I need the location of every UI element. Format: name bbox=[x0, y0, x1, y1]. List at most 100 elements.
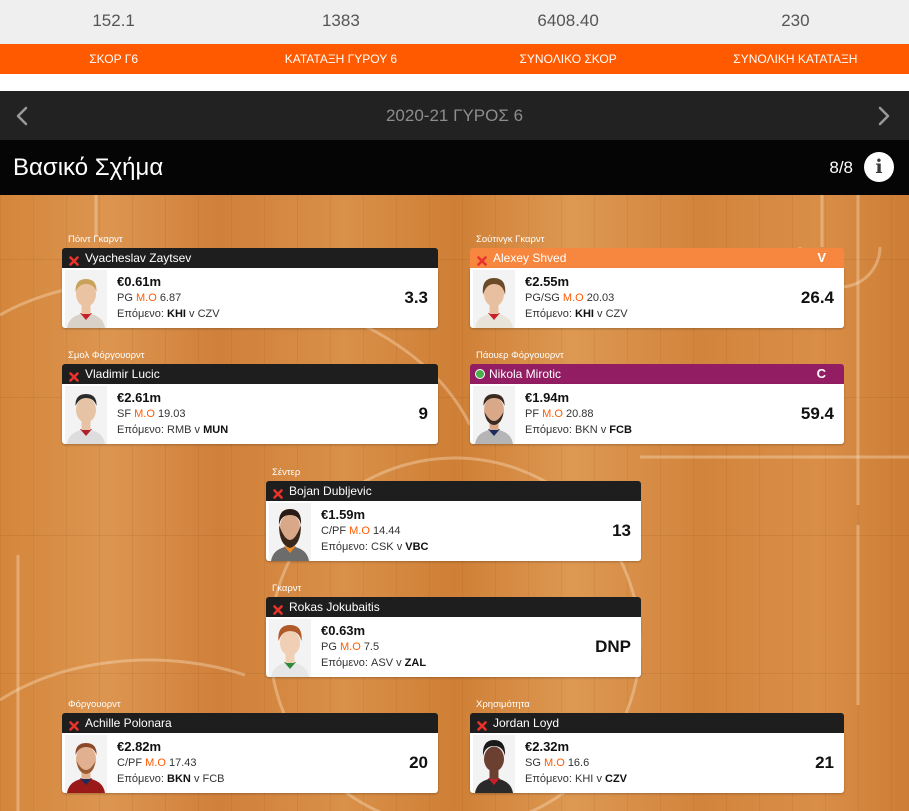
player-info: €2.32m SG Μ.Ο 16.6 Επόμενο: KHI v CZV bbox=[525, 739, 627, 787]
player-name[interactable]: Vladimir Lucic bbox=[85, 364, 160, 384]
next-round-button[interactable] bbox=[874, 105, 894, 127]
remove-icon[interactable] bbox=[477, 253, 487, 266]
next-away-team: CZV bbox=[605, 773, 627, 785]
player-card-forward[interactable]: Φόργουορντ Achille Polonara €2.82m C/PF … bbox=[62, 699, 438, 793]
remove-icon[interactable] bbox=[273, 486, 283, 499]
player-card-header[interactable]: Alexey Shved V bbox=[470, 248, 844, 268]
player-meta: PG/SG Μ.Ο 20.03 bbox=[525, 290, 628, 306]
player-info: €2.61m SF Μ.Ο 19.03 Επόμενο: RMB v MUN bbox=[117, 390, 228, 438]
next-away-team: FCB bbox=[609, 424, 632, 436]
position-label: Πάουερ Φόργουορντ bbox=[476, 350, 564, 361]
next-match: Επόμενο: KHI v CZV bbox=[525, 306, 628, 322]
position-label: Φόργουορντ bbox=[68, 699, 121, 710]
player-card-point-guard[interactable]: Πόιντ Γκαρντ Vyacheslav Zaytsev €0.61m P… bbox=[62, 234, 438, 328]
stats-labels-bar: ΣΚΟΡ Γ6 ΚΑΤΑΤΑΞΗ ΓΥΡΟΥ 6 ΣΥΝΟΛΙΚΟ ΣΚΟΡ Σ… bbox=[0, 44, 909, 74]
next-label: Επόμενο: bbox=[321, 541, 368, 553]
player-photo bbox=[65, 735, 107, 793]
player-score: 9 bbox=[418, 404, 428, 423]
remove-icon[interactable] bbox=[273, 602, 283, 615]
player-name[interactable]: Bojan Dubljevic bbox=[289, 481, 372, 501]
next-label: Επόμενο: bbox=[321, 657, 368, 669]
player-score: 13 bbox=[612, 521, 631, 540]
next-away-team: ZAL bbox=[404, 657, 427, 669]
player-card-body[interactable]: €2.82m C/PF Μ.Ο 17.43 Επόμενο: BKN v FCB… bbox=[62, 733, 438, 793]
player-score: 3.3 bbox=[404, 288, 428, 307]
next-away-team: FCB bbox=[202, 773, 225, 785]
average-label: Μ.Ο bbox=[145, 757, 166, 769]
position-label: Σμολ Φόργουορντ bbox=[68, 350, 145, 361]
next-home-team: KHI bbox=[575, 773, 594, 785]
next-match: Επόμενο: KHI v CZV bbox=[117, 306, 220, 322]
next-match: Επόμενο: KHI v CZV bbox=[525, 771, 627, 787]
player-card-small-forward[interactable]: Σμολ Φόργουορντ Vladimir Lucic €2.61m SF… bbox=[62, 350, 438, 444]
player-price: €1.94m bbox=[525, 390, 570, 405]
player-name[interactable]: Rokas Jokubaitis bbox=[289, 597, 380, 617]
player-info: €1.94m PF Μ.Ο 20.88 Επόμενο: BKN v FCB bbox=[525, 390, 632, 438]
round-score-value: 152.1 bbox=[92, 11, 135, 30]
total-score-value: 6408.40 bbox=[537, 11, 599, 30]
player-name[interactable]: Nikola Mirotic bbox=[489, 364, 561, 384]
player-card-header[interactable]: Achille Polonara bbox=[62, 713, 438, 733]
player-card-power-forward[interactable]: Πάουερ Φόργουορντ Nikola Mirotic C €1.94… bbox=[470, 350, 844, 444]
player-card-body[interactable]: €1.59m C/PF Μ.Ο 14.44 Επόμενο: CSK v VBC… bbox=[266, 501, 641, 561]
next-home-team: ASV bbox=[371, 657, 394, 669]
next-home-team: CSK bbox=[371, 541, 394, 553]
player-info: €1.59m C/PF Μ.Ο 14.44 Επόμενο: CSK v VBC bbox=[321, 507, 429, 555]
remove-icon[interactable] bbox=[69, 253, 79, 266]
remove-icon[interactable] bbox=[69, 369, 79, 382]
total-rank-label: ΣΥΝΟΛΙΚΗ ΚΑΤΑΤΑΞΗ bbox=[733, 52, 858, 66]
player-info: €2.55m PG/SG Μ.Ο 20.03 Επόμενο: KHI v CZ… bbox=[525, 274, 628, 322]
player-card-guard[interactable]: Γκαρντ Rokas Jokubaitis €0.63m PG Μ.Ο 7.… bbox=[266, 583, 641, 677]
chevron-right-icon bbox=[878, 106, 890, 126]
player-info: €2.82m C/PF Μ.Ο 17.43 Επόμενο: BKN v FCB bbox=[117, 739, 225, 787]
next-label: Επόμενο: bbox=[117, 424, 164, 436]
round-title: 2020-21 ΓΥΡΟΣ 6 bbox=[385, 106, 524, 125]
player-photo bbox=[269, 503, 311, 561]
player-card-body[interactable]: €1.94m PF Μ.Ο 20.88 Επόμενο: BKN v FCB 5… bbox=[470, 384, 844, 444]
next-vs: v bbox=[596, 773, 602, 785]
player-photo bbox=[65, 386, 107, 444]
player-card-header[interactable]: Vladimir Lucic bbox=[62, 364, 438, 384]
player-name[interactable]: Achille Polonara bbox=[85, 713, 172, 733]
average-label: Μ.Ο bbox=[134, 408, 155, 420]
round-rank-label: ΚΑΤΑΤΑΞΗ ΓΥΡΟΥ 6 bbox=[284, 52, 398, 66]
next-label: Επόμενο: bbox=[117, 308, 164, 320]
next-match: Επόμενο: BKN v FCB bbox=[525, 422, 632, 438]
next-home-team: BKN bbox=[575, 424, 598, 436]
player-name[interactable]: Vyacheslav Zaytsev bbox=[85, 248, 191, 268]
next-home-team: KHI bbox=[575, 308, 594, 320]
remove-icon[interactable] bbox=[69, 718, 79, 731]
player-card-header[interactable]: Rokas Jokubaitis bbox=[266, 597, 641, 617]
player-card-header[interactable]: Bojan Dubljevic bbox=[266, 481, 641, 501]
next-match: Επόμενο: ASV v ZAL bbox=[321, 655, 426, 671]
active-dot-icon[interactable] bbox=[475, 369, 485, 379]
next-label: Επόμενο: bbox=[117, 773, 164, 785]
player-name[interactable]: Jordan Loyd bbox=[493, 713, 559, 733]
player-card-body[interactable]: €2.61m SF Μ.Ο 19.03 Επόμενο: RMB v MUN 9 bbox=[62, 384, 438, 444]
player-role: SG bbox=[525, 757, 541, 769]
info-icon[interactable]: i bbox=[864, 152, 894, 182]
average-label: Μ.Ο bbox=[562, 292, 584, 304]
player-card-header[interactable]: Jordan Loyd bbox=[470, 713, 844, 733]
next-home-team: KHI bbox=[167, 308, 186, 320]
vice-captain-badge: V bbox=[817, 250, 826, 265]
player-photo bbox=[269, 619, 311, 677]
player-card-body[interactable]: €0.61m PG Μ.Ο 6.87 Επόμενο: KHI v CZV 3.… bbox=[62, 268, 438, 328]
remove-icon[interactable] bbox=[477, 718, 487, 731]
position-label: Γκαρντ bbox=[272, 583, 302, 594]
player-card-center[interactable]: Σέντερ Bojan Dubljevic €1.59m C/PF Μ.Ο 1… bbox=[266, 467, 641, 561]
player-card-utility[interactable]: Χρησιμότητα Jordan Loyd €2.32m SG Μ.Ο 16… bbox=[470, 699, 844, 793]
player-card-header[interactable]: Nikola Mirotic C bbox=[470, 364, 844, 384]
player-card-body[interactable]: €2.32m SG Μ.Ο 16.6 Επόμενο: KHI v CZV 21 bbox=[470, 733, 844, 793]
player-card-body[interactable]: €2.55m PG/SG Μ.Ο 20.03 Επόμενο: KHI v CZ… bbox=[470, 268, 844, 328]
next-vs: v bbox=[597, 308, 603, 320]
player-card-body[interactable]: €0.63m PG Μ.Ο 7.5 Επόμενο: ASV v ZAL DNP bbox=[266, 617, 641, 677]
player-photo bbox=[473, 270, 515, 328]
player-name[interactable]: Alexey Shved bbox=[493, 248, 566, 268]
next-vs: v bbox=[189, 308, 195, 320]
captain-badge: C bbox=[816, 366, 826, 381]
player-card-header[interactable]: Vyacheslav Zaytsev bbox=[62, 248, 438, 268]
next-label: Επόμενο: bbox=[525, 308, 572, 320]
player-role: SF bbox=[117, 408, 132, 420]
player-card-shooting-guard[interactable]: Σούτινγκ Γκαρντ Alexey Shved V €2.55m PG… bbox=[470, 234, 844, 328]
